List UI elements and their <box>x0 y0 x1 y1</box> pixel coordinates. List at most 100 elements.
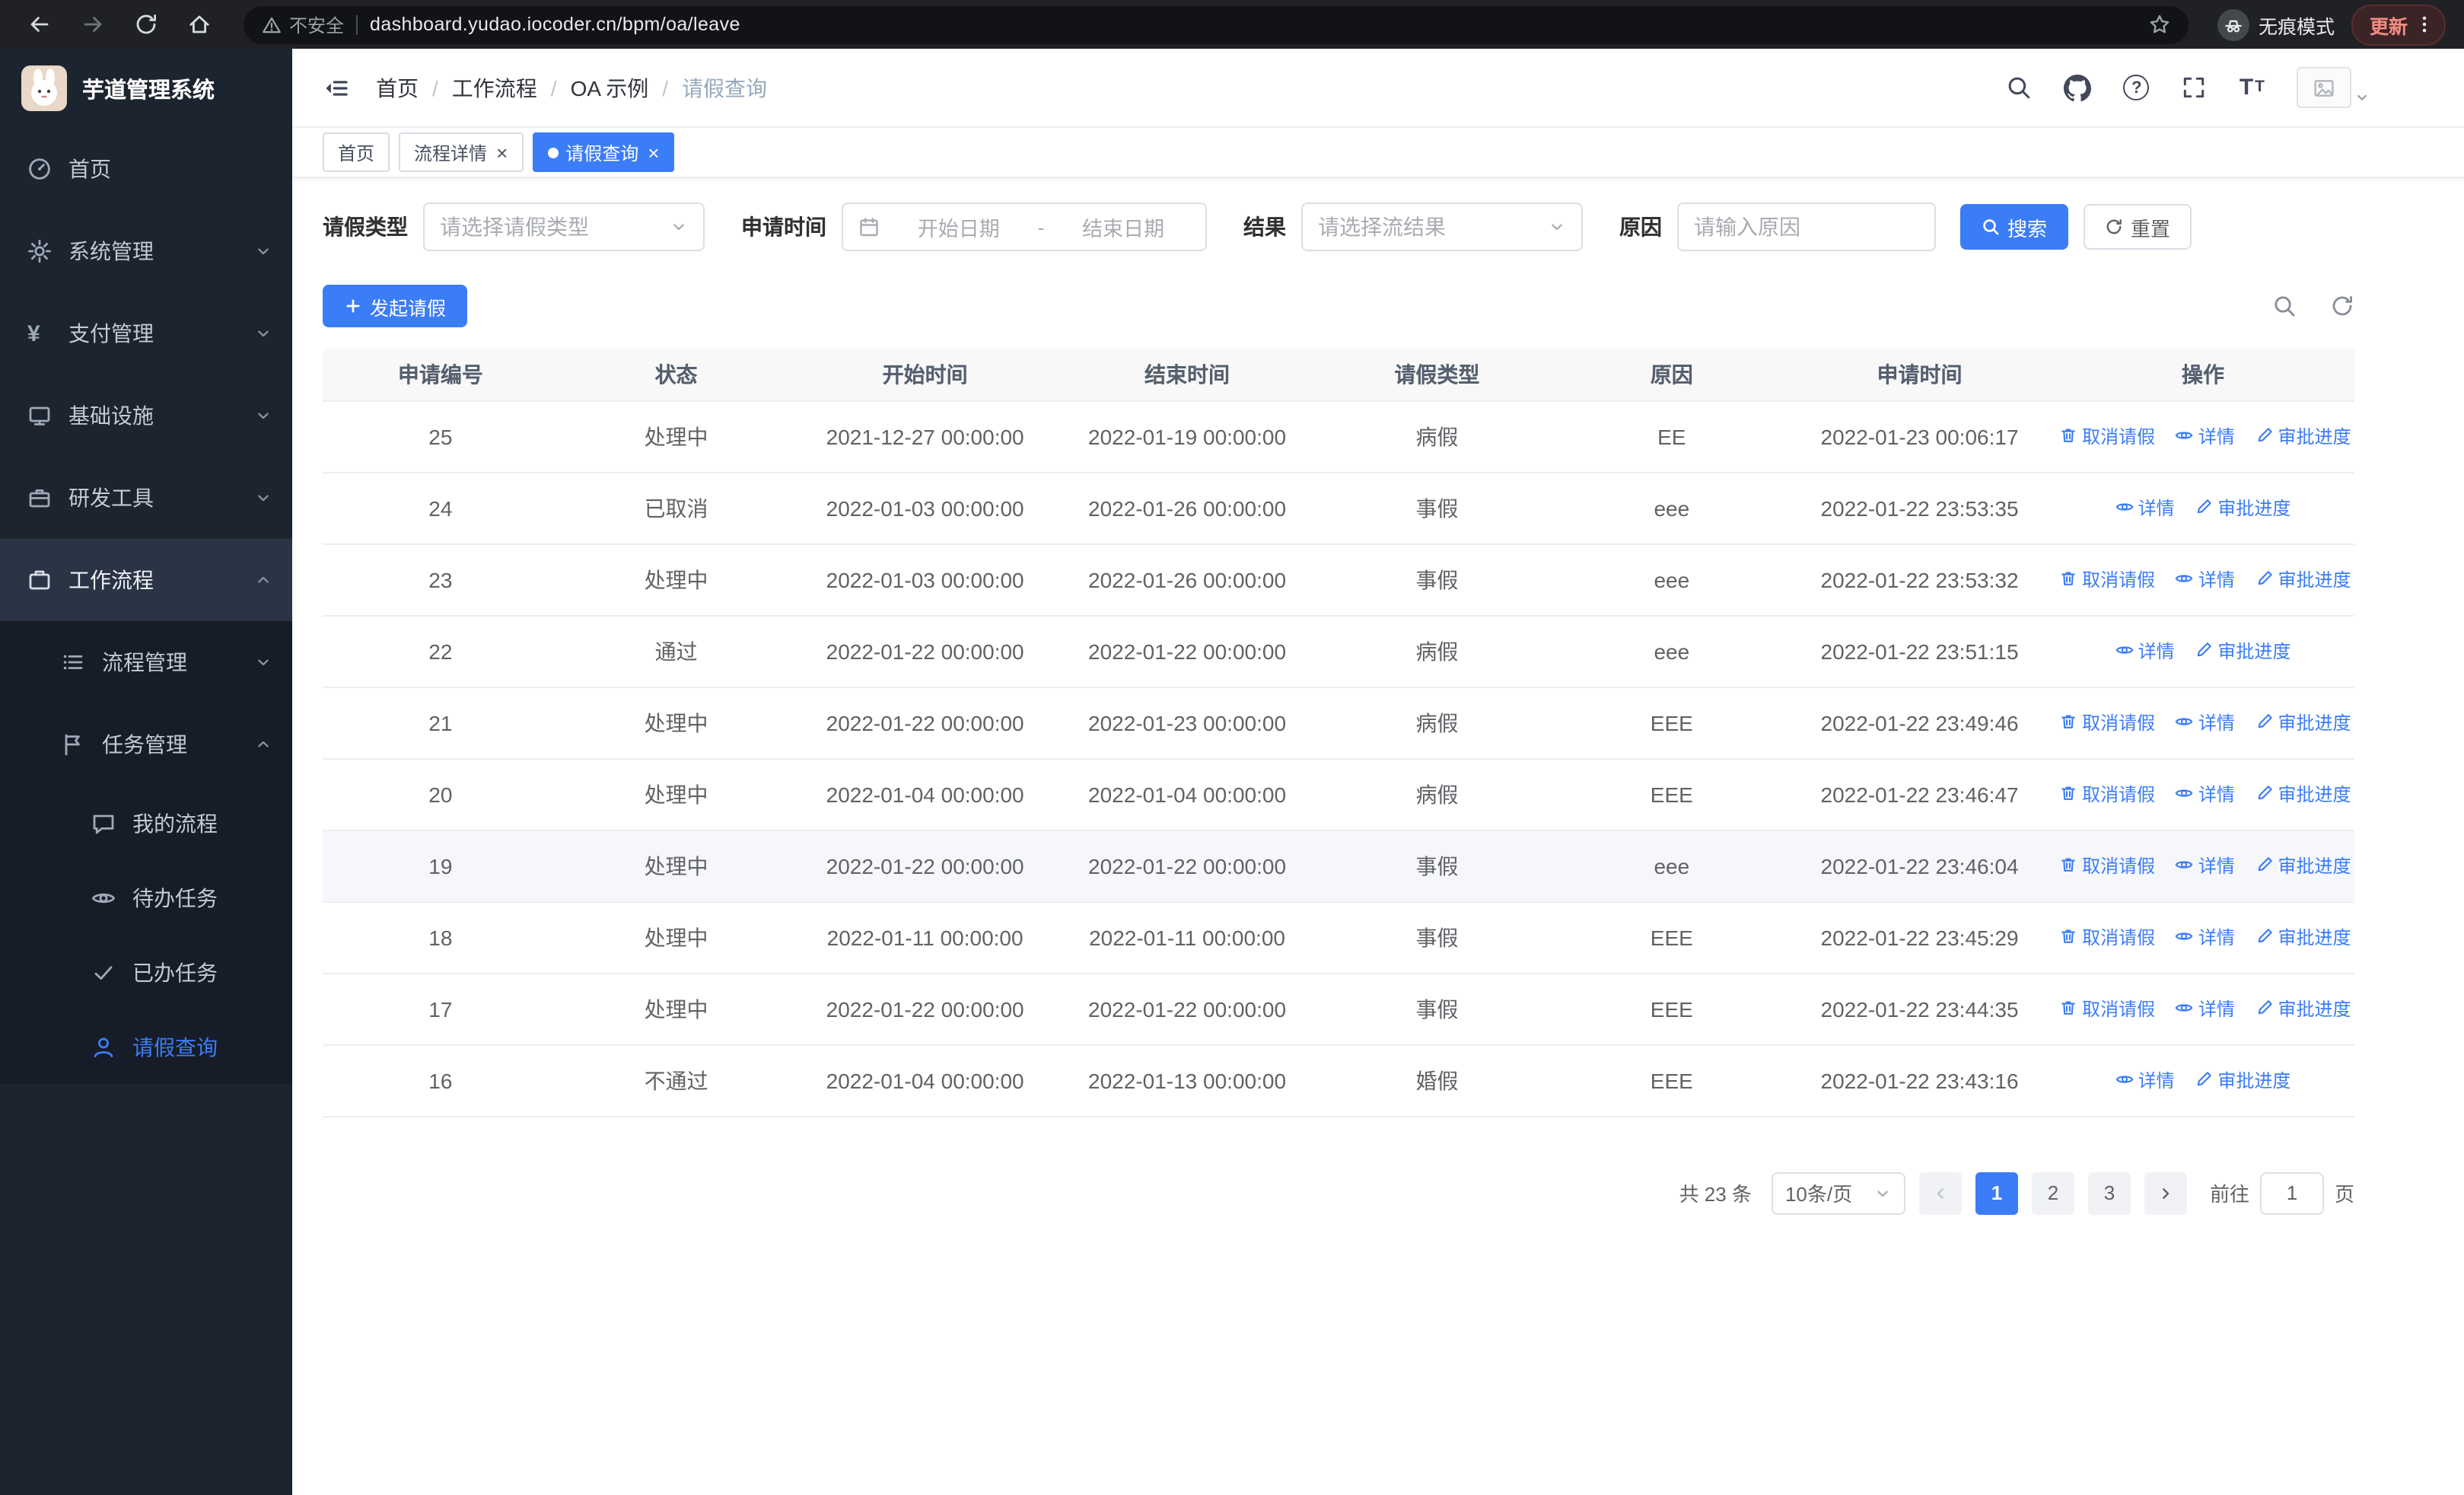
page-button-1[interactable]: 1 <box>1975 1171 2018 1214</box>
bookmark-star-icon[interactable] <box>2149 14 2170 35</box>
tab-home[interactable]: 首页 <box>323 132 390 172</box>
leave-type-select[interactable]: 请选择请假类型 <box>423 202 705 251</box>
col-status: 状态 <box>558 349 794 401</box>
browser-back-icon[interactable] <box>18 3 61 46</box>
cell-end-time: 2022-01-23 00:00:00 <box>1055 687 1319 759</box>
sidebar-item-payment[interactable]: ¥ 支付管理 <box>0 292 292 375</box>
create-leave-button[interactable]: 发起请假 <box>323 285 468 327</box>
security-indicator[interactable]: 不安全 <box>262 11 344 37</box>
close-icon[interactable]: × <box>648 142 659 162</box>
reason-input[interactable] <box>1677 202 1936 251</box>
browser-refresh-icon[interactable] <box>125 3 167 46</box>
app-logo[interactable]: 芋道管理系统 <box>0 49 292 128</box>
cell-actions: 取消请假 详情 审批进度 <box>2052 543 2354 616</box>
pen-icon <box>2258 714 2272 728</box>
sidebar-collapse-icon[interactable] <box>323 74 350 101</box>
detail-link[interactable]: 详情 <box>2115 1067 2175 1093</box>
browser-update-button[interactable]: 更新 <box>2351 4 2446 45</box>
detail-link[interactable]: 详情 <box>2176 996 2235 1022</box>
pen-icon <box>2258 929 2272 943</box>
detail-link[interactable]: 详情 <box>2115 495 2175 521</box>
detail-link[interactable]: 详情 <box>2176 423 2235 449</box>
sidebar-item-devtools[interactable]: 研发工具 <box>0 457 292 539</box>
next-page-button[interactable] <box>2144 1171 2187 1214</box>
sidebar-item-todo-tasks[interactable]: 待办任务 <box>0 860 292 935</box>
help-icon[interactable]: ? <box>2123 75 2150 100</box>
font-size-icon[interactable]: TT <box>2240 76 2265 99</box>
approval-progress-link[interactable]: 审批进度 <box>2255 566 2351 592</box>
sidebar-item-leave-query[interactable]: 请假查询 <box>0 1009 292 1084</box>
sidebar-item-task-management[interactable]: 任务管理 <box>0 703 292 786</box>
search-icon[interactable] <box>2007 75 2033 100</box>
browser-forward-icon[interactable] <box>72 3 114 46</box>
detail-link[interactable]: 详情 <box>2176 566 2235 592</box>
breadcrumb-item[interactable]: 首页 <box>376 72 419 103</box>
pen-icon <box>2258 428 2272 442</box>
detail-link[interactable]: 详情 <box>2176 709 2235 735</box>
sidebar-item-workflow[interactable]: 工作流程 <box>0 539 292 621</box>
update-label: 更新 <box>2369 16 2408 37</box>
sidebar-item-done-tasks[interactable]: 已办任务 <box>0 935 292 1009</box>
pen-icon <box>2198 642 2212 657</box>
detail-link[interactable]: 详情 <box>2176 853 2235 878</box>
address-bar[interactable]: 不安全 dashboard.yudao.iocoder.cn/bpm/oa/le… <box>244 5 2189 43</box>
cell-apply-time: 2022-01-22 23:45:29 <box>1788 901 2052 974</box>
reason-label: 原因 <box>1619 215 1662 239</box>
approval-progress-link[interactable]: 审批进度 <box>2255 853 2351 878</box>
user-icon <box>91 1034 116 1059</box>
tab-leave-query[interactable]: 请假查询 × <box>532 132 675 172</box>
menu-dots-icon <box>2422 16 2427 33</box>
cancel-leave-link[interactable]: 取消请假 <box>2059 924 2155 950</box>
page-button-3[interactable]: 3 <box>2087 1171 2131 1214</box>
date-range-picker[interactable]: 开始日期 - 结束日期 <box>842 202 1207 251</box>
approval-progress-link[interactable]: 审批进度 <box>2195 495 2291 521</box>
tab-process-detail[interactable]: 流程详情 × <box>399 132 524 172</box>
breadcrumb-item[interactable]: OA 示例 <box>571 72 649 103</box>
sidebar-item-process-management[interactable]: 流程管理 <box>0 621 292 703</box>
sidebar-item-system[interactable]: 系统管理 <box>0 210 292 292</box>
refresh-icon[interactable] <box>2330 294 2354 318</box>
table-row: 22 通过 2022-01-22 00:00:00 2022-01-22 00:… <box>323 615 2354 687</box>
cancel-leave-link[interactable]: 取消请假 <box>2059 996 2155 1022</box>
search-button[interactable]: 搜索 <box>1960 204 2069 250</box>
approval-progress-link[interactable]: 审批进度 <box>2255 423 2351 449</box>
browser-home-icon[interactable] <box>178 3 221 46</box>
cancel-leave-link[interactable]: 取消请假 <box>2059 566 2155 592</box>
cancel-leave-link[interactable]: 取消请假 <box>2059 709 2155 735</box>
dashboard-icon <box>27 157 52 181</box>
chevron-up-icon <box>254 571 272 589</box>
cancel-leave-link[interactable]: 取消请假 <box>2059 423 2155 449</box>
detail-link[interactable]: 详情 <box>2176 781 2235 807</box>
approval-progress-link[interactable]: 审批进度 <box>2255 709 2351 735</box>
reset-button[interactable]: 重置 <box>2084 204 2192 250</box>
cell-leave-type: 事假 <box>1318 830 1556 902</box>
sidebar-item-home[interactable]: 首页 <box>0 128 292 210</box>
search-toggle-icon[interactable] <box>2272 294 2297 318</box>
cell-actions: 取消请假 详情 审批进度 <box>2052 758 2354 830</box>
cancel-leave-link[interactable]: 取消请假 <box>2059 853 2155 878</box>
eye-icon <box>2176 575 2194 583</box>
github-icon[interactable] <box>2064 74 2092 101</box>
goto-page-input[interactable] <box>2259 1171 2324 1214</box>
detail-link[interactable]: 详情 <box>2115 638 2175 664</box>
prev-page-button[interactable] <box>1918 1171 1962 1214</box>
incognito-label: 无痕模式 <box>2258 16 2335 37</box>
approval-progress-link[interactable]: 审批进度 <box>2255 924 2351 950</box>
chat-icon <box>91 811 116 835</box>
sidebar-item-infrastructure[interactable]: 基础设施 <box>0 375 292 457</box>
cancel-leave-link[interactable]: 取消请假 <box>2059 781 2155 807</box>
approval-progress-link[interactable]: 审批进度 <box>2255 996 2351 1022</box>
page-button-2[interactable]: 2 <box>2031 1171 2074 1214</box>
approval-progress-link[interactable]: 审批进度 <box>2195 638 2291 664</box>
cell-actions: 取消请假 详情 审批进度 <box>2052 830 2354 902</box>
breadcrumb-item[interactable]: 工作流程 <box>452 72 537 103</box>
sidebar-item-my-processes[interactable]: 我的流程 <box>0 786 292 860</box>
result-select[interactable]: 请选择流结果 <box>1301 202 1583 251</box>
page-size-select[interactable]: 10条/页 <box>1771 1171 1905 1214</box>
user-avatar[interactable] <box>2297 67 2370 108</box>
close-icon[interactable]: × <box>496 142 508 162</box>
approval-progress-link[interactable]: 审批进度 <box>2255 781 2351 807</box>
detail-link[interactable]: 详情 <box>2176 924 2235 950</box>
fullscreen-icon[interactable] <box>2182 75 2208 100</box>
approval-progress-link[interactable]: 审批进度 <box>2195 1067 2291 1093</box>
